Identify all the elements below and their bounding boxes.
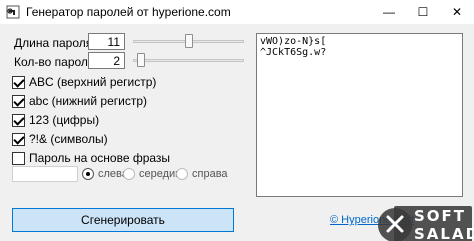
option-phrase-label: Пароль на основе фразы: [29, 151, 171, 165]
generate-button[interactable]: Сгенерировать: [12, 208, 234, 232]
watermark-line1: SOFT: [414, 207, 467, 225]
window-title: Генератор паролей от hyperione.com: [26, 5, 231, 19]
checkbox-digits[interactable]: [12, 113, 25, 127]
option-symbols[interactable]: ?!& (символы): [12, 132, 108, 146]
option-uppercase[interactable]: ABC (верхний регистр): [12, 75, 156, 89]
generate-button-label: Сгенерировать: [81, 213, 165, 227]
watermark-line2: SALAD: [414, 225, 474, 241]
app-key-icon: [6, 5, 20, 19]
option-phrase[interactable]: Пароль на основе фразы: [12, 151, 170, 165]
radio-middle-button[interactable]: [123, 168, 135, 180]
close-button[interactable]: ✕: [440, 0, 474, 24]
checkbox-symbols[interactable]: [12, 132, 25, 146]
count-value: 2: [113, 54, 120, 68]
length-label: Длина пароля:: [14, 36, 96, 50]
option-digits-label: 123 (цифры): [29, 113, 100, 127]
softsalad-watermark: SOFT SALAD: [370, 204, 474, 241]
option-uppercase-label: ABC (верхний регистр): [29, 75, 157, 89]
radio-right-button[interactable]: [176, 168, 188, 180]
option-lowercase[interactable]: abc (нижний регистр): [12, 94, 147, 108]
count-slider-track[interactable]: [133, 59, 244, 62]
watermark-logo-icon: [386, 215, 404, 233]
checkbox-uppercase[interactable]: [12, 75, 25, 89]
main-panel: Длина пароля: 11 Кол-во паролей: 2 ABC (…: [0, 24, 474, 241]
title-bar: Генератор паролей от hyperione.com — ☐ ✕: [0, 0, 474, 24]
count-stepper[interactable]: 2: [88, 52, 125, 69]
option-digits[interactable]: 123 (цифры): [12, 113, 99, 127]
minimize-icon: —: [383, 5, 395, 19]
radio-left[interactable]: слева: [82, 168, 128, 180]
close-icon: ✕: [451, 5, 463, 19]
minimize-button[interactable]: —: [372, 0, 406, 24]
phrase-input[interactable]: [12, 166, 78, 182]
password-output[interactable]: vWO)zo-N}s[ ^JCkT6Sg.w?: [256, 33, 463, 197]
checkbox-lowercase[interactable]: [12, 94, 25, 108]
maximize-icon: ☐: [417, 5, 429, 19]
length-stepper[interactable]: 11: [88, 33, 125, 50]
radio-right-label: справа: [192, 168, 228, 180]
option-symbols-label: ?!& (символы): [29, 132, 108, 146]
length-slider-thumb[interactable]: [184, 34, 193, 48]
option-lowercase-label: abc (нижний регистр): [29, 94, 147, 108]
maximize-button[interactable]: ☐: [406, 0, 440, 24]
checkbox-phrase[interactable]: [12, 151, 25, 165]
radio-right[interactable]: справа: [176, 168, 228, 180]
radio-left-button[interactable]: [82, 168, 94, 180]
length-value: 11: [107, 35, 120, 49]
count-slider-thumb[interactable]: [137, 53, 146, 67]
